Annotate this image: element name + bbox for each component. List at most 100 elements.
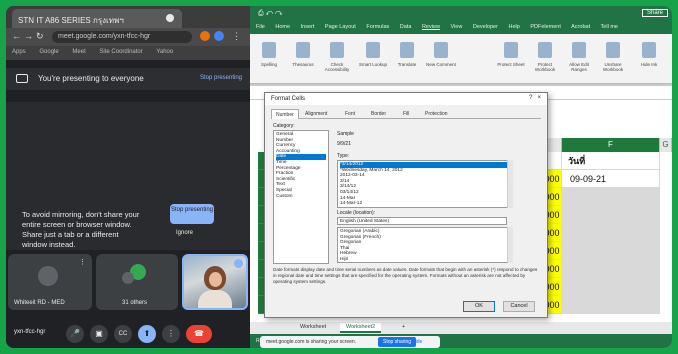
sheet-tab[interactable]: Worksheet: [294, 323, 332, 333]
leave-call-button[interactable]: ☎: [186, 325, 212, 343]
participant-tile[interactable]: ⋮ Whiteeit RD - MED: [8, 254, 92, 310]
ribbon-label: Spelling: [260, 62, 277, 67]
accessibility-icon: [330, 42, 344, 58]
stop-presenting-button[interactable]: Stop presenting: [170, 204, 214, 224]
tab-font[interactable]: Font: [341, 109, 359, 119]
ribbon-tab-file[interactable]: File: [256, 24, 265, 30]
ok-button[interactable]: OK: [463, 301, 495, 312]
mic-button[interactable]: 🎤: [66, 325, 84, 343]
ribbon-tab-data[interactable]: Data: [400, 24, 412, 30]
back-icon[interactable]: ←: [12, 31, 21, 41]
ribbon-label: Protect Workbook: [534, 62, 556, 72]
ribbon-tab-review[interactable]: Review: [422, 24, 440, 30]
ribbon-translate[interactable]: Translate: [392, 40, 422, 76]
type-item[interactable]: 14-Mar-12: [340, 201, 510, 207]
tab-alignment[interactable]: Alignment: [301, 109, 331, 119]
more-options-icon[interactable]: ⋮: [79, 258, 86, 266]
url-field[interactable]: meet.google.com/yxn-tfcc-hgr: [52, 31, 192, 43]
ribbon-hide-ink[interactable]: Hide Ink: [634, 40, 664, 76]
close-icon[interactable]: ×: [537, 95, 541, 101]
category-item[interactable]: Custom: [276, 194, 326, 200]
bookmark-item[interactable]: Site Coordinator: [99, 49, 142, 55]
tab-border[interactable]: Border: [367, 109, 390, 119]
cell-f4[interactable]: [562, 206, 660, 224]
screen-share-notification: meet.google.com is sharing your screen. …: [260, 336, 440, 348]
presenting-text: You're presenting to everyone: [38, 74, 144, 83]
captions-button[interactable]: CC: [114, 325, 132, 343]
more-options-button[interactable]: ⋮: [162, 325, 180, 343]
ribbon-check-accessibility[interactable]: Check Accessibility: [322, 40, 352, 76]
type-list-scrollbar[interactable]: [507, 160, 513, 208]
share-button[interactable]: Share: [641, 9, 668, 17]
ribbon-label: Smart Lookup: [358, 62, 387, 67]
stop-presenting-link[interactable]: Stop presenting: [200, 75, 242, 81]
browser-tab[interactable]: STN IT A86 SERIES กรุงเทพฯ: [12, 9, 182, 28]
add-sheet-icon[interactable]: +: [396, 323, 411, 333]
ribbon-tab-pdfelement[interactable]: PDFelement: [530, 24, 561, 30]
ribbon-unshare-workbook[interactable]: Unshare Workbook: [598, 40, 628, 76]
ribbon-thesaurus[interactable]: Thesaurus: [288, 40, 318, 76]
ribbon-tab-insert[interactable]: Insert: [301, 24, 315, 30]
cancel-button[interactable]: Cancel: [503, 301, 535, 312]
stop-sharing-button[interactable]: Stop sharing: [378, 337, 417, 347]
cell-f6[interactable]: [562, 242, 660, 260]
column-header-g[interactable]: G: [660, 138, 672, 152]
bookmark-item[interactable]: Yahoo: [156, 49, 173, 55]
tab-protection[interactable]: Protection: [421, 109, 452, 119]
calendar-list-scrollbar[interactable]: [507, 227, 513, 263]
sheet-tab-active[interactable]: Worksheet2: [340, 323, 382, 333]
format-cells-dialog: Format Cells ? × Number Alignment Font B…: [264, 92, 548, 318]
calendar-item[interactable]: Hijri: [340, 257, 510, 262]
cell-f3[interactable]: [562, 188, 660, 206]
ribbon-tab-home[interactable]: Home: [275, 24, 290, 30]
cell-f2[interactable]: 09-09-21: [562, 170, 660, 188]
tab-fill[interactable]: Fill: [399, 109, 413, 119]
bookmark-item[interactable]: Meet: [72, 49, 85, 55]
bookmark-item[interactable]: Apps: [12, 49, 26, 55]
bookmark-item[interactable]: Google: [39, 49, 58, 55]
sheet-tabs-bar: Worksheet Worksheet2 +: [250, 322, 672, 334]
locale-select[interactable]: English (United States): [337, 217, 507, 225]
cell-f7[interactable]: [562, 260, 660, 278]
browser-menu-icon[interactable]: ⋮: [232, 31, 241, 42]
reload-icon[interactable]: ↻: [36, 31, 44, 42]
others-tile[interactable]: 31 others: [96, 254, 178, 310]
help-icon[interactable]: ?: [529, 95, 532, 101]
quick-access-toolbar[interactable]: ⎙ ↶ ↷: [258, 10, 282, 17]
ribbon-label: Unshare Workbook: [602, 62, 624, 72]
cell-f1[interactable]: วันที่: [562, 152, 660, 170]
self-body: [198, 290, 232, 308]
ribbon-tab-formulas[interactable]: Formulas: [366, 24, 389, 30]
ribbon-tab-acrobat[interactable]: Acrobat: [571, 24, 590, 30]
ignore-link[interactable]: Ignore: [176, 230, 193, 236]
ribbon-protect-sheet[interactable]: Protect Sheet: [496, 40, 526, 76]
cell-f5[interactable]: [562, 224, 660, 242]
category-list[interactable]: General Number Currency Accounting Date …: [273, 130, 329, 264]
cell-f9[interactable]: [562, 296, 660, 314]
extension-icon[interactable]: [200, 31, 210, 41]
ribbon-tab-page-layout[interactable]: Page Layout: [325, 24, 356, 30]
type-list[interactable]: *3/14/2012 *Wednesday, March 14, 2012 20…: [337, 160, 513, 208]
forward-icon[interactable]: →: [24, 31, 33, 41]
calendar-type-list[interactable]: Gregorian (Arabic) Gregorian (French) Gr…: [337, 227, 513, 263]
self-view-tile[interactable]: [182, 254, 248, 310]
ribbon-smart-lookup[interactable]: Smart Lookup: [358, 40, 388, 76]
hide-notification-link[interactable]: Hide: [412, 339, 422, 345]
camera-button[interactable]: ▣: [90, 325, 108, 343]
ribbon-tab-developer[interactable]: Developer: [473, 24, 498, 30]
ribbon-new-comment[interactable]: New Comment: [426, 40, 456, 76]
profile-avatar-icon[interactable]: [214, 31, 224, 41]
cell-f8[interactable]: [562, 278, 660, 296]
ribbon-spelling[interactable]: Spelling: [254, 40, 284, 76]
ribbon-allow-edit-ranges[interactable]: Allow Edit Ranges: [564, 40, 594, 76]
ribbon-tab-help[interactable]: Help: [508, 24, 519, 30]
tab-number[interactable]: Number: [271, 109, 299, 119]
format-description: Date formats display date and time seria…: [273, 267, 538, 284]
tell-me-search[interactable]: Tell me: [601, 24, 618, 30]
hide-ink-icon: [642, 42, 656, 58]
ribbon-label: Translate: [397, 62, 417, 67]
present-button[interactable]: ⬆: [138, 325, 156, 343]
ribbon-tab-view[interactable]: View: [451, 24, 463, 30]
ribbon-protect-workbook[interactable]: Protect Workbook: [530, 40, 560, 76]
column-header-f[interactable]: F: [562, 138, 660, 152]
